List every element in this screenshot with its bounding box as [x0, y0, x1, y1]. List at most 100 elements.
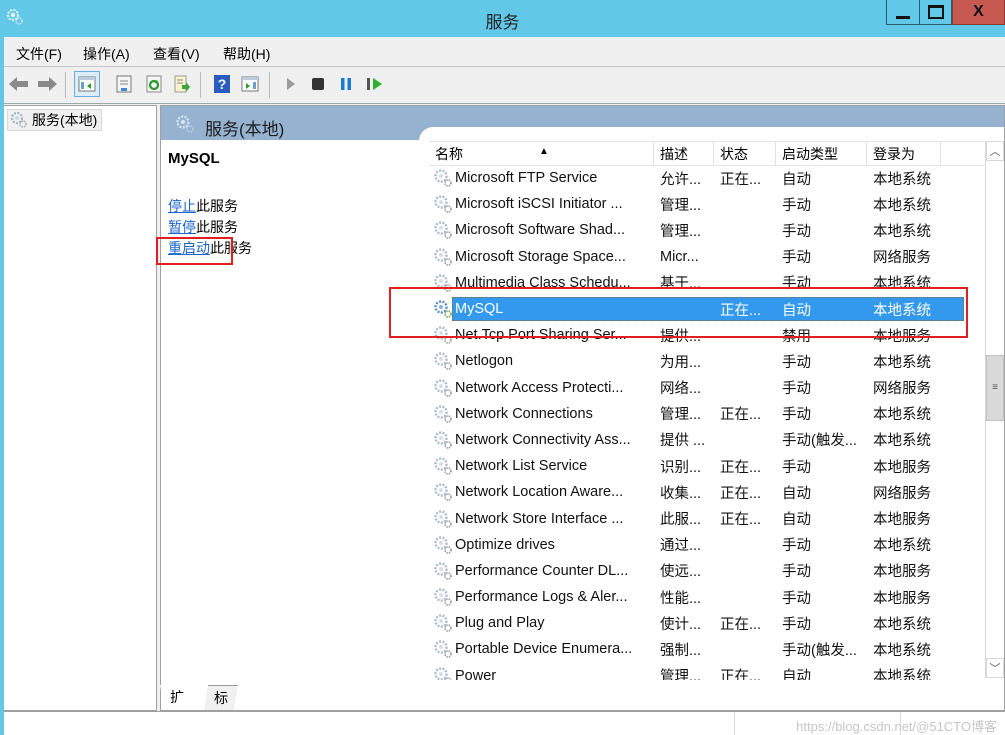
export-list-button[interactable]	[169, 71, 195, 97]
cell-description: 此服...	[660, 512, 702, 529]
cell-startup-type: 自动	[782, 669, 811, 680]
menu-action[interactable]: 操作(A)	[83, 44, 130, 64]
cell-description: 管理...	[660, 407, 702, 424]
cell-startup-type: 手动	[782, 538, 811, 555]
properties-button[interactable]	[111, 71, 137, 97]
cell-startup-type: 自动	[782, 302, 811, 319]
table-row[interactable]: Microsoft FTP Service 允许... 正在... 自动 本地系统	[429, 165, 984, 191]
cell-logon-as: 本地系统	[873, 223, 931, 240]
start-service-button[interactable]	[278, 71, 304, 97]
table-row[interactable]: Performance Counter DL... 使远... 手动 本地服务	[429, 558, 984, 584]
service-gear-icon	[434, 195, 452, 214]
pause-service-link[interactable]: 暂停	[168, 219, 196, 235]
cell-description: 识别...	[660, 459, 702, 476]
service-gear-icon	[434, 536, 452, 554]
export-list-icon	[174, 75, 190, 93]
resume-service-button[interactable]	[362, 71, 388, 97]
cell-name: Network Store Interface ...	[429, 509, 654, 529]
tab-standard[interactable]: 标准	[204, 685, 238, 710]
table-row[interactable]: Netlogon 为用... 手动 本地系统	[429, 348, 984, 374]
column-label: 启动类型	[782, 146, 838, 162]
cell-description: 性能...	[660, 590, 702, 607]
cell-logon-as: 网络服务	[873, 250, 931, 267]
cell-description: 提供 ...	[660, 433, 706, 450]
minimize-button[interactable]	[886, 0, 920, 25]
table-row[interactable]: Performance Logs & Aler... 性能... 手动 本地服务	[429, 584, 984, 610]
back-button[interactable]	[6, 71, 32, 97]
tab-extended[interactable]: 扩展	[160, 685, 194, 709]
menu-file[interactable]: 文件(F)	[16, 44, 62, 64]
service-gear-icon	[434, 378, 452, 397]
cell-name: Optimize drives	[429, 535, 654, 555]
watermark: https://blog.csdn.net/@51CTO博客	[796, 719, 997, 734]
stop-service-button[interactable]	[305, 71, 331, 97]
restart-service-link[interactable]: 重启动	[168, 240, 210, 256]
close-button[interactable]: X	[952, 0, 1005, 25]
service-gear-icon	[434, 509, 452, 528]
scroll-down-button[interactable]: ﹀	[986, 658, 1004, 678]
cell-startup-type: 手动	[782, 616, 811, 633]
table-row[interactable]: Net.Tcp Port Sharing Ser... 提供... 禁用 本地服务	[429, 322, 984, 348]
minimize-icon	[896, 15, 910, 19]
toolbar-separator	[200, 72, 201, 98]
scrollbar-thumb[interactable]: ≡	[986, 354, 1004, 421]
table-row[interactable]: Portable Device Enumera... 强制... 手动(触发... 本…	[429, 636, 984, 662]
show-hide-console-tree-button[interactable]	[74, 71, 100, 97]
maximize-button[interactable]	[919, 0, 952, 25]
table-row[interactable]: Network Connectivity Ass... 提供 ... 手动(触发..…	[429, 427, 984, 453]
cell-startup-type: 手动	[782, 354, 811, 371]
menu-help[interactable]: 帮助(H)	[223, 44, 270, 64]
resume-service-icon	[367, 78, 382, 90]
table-row[interactable]: Microsoft Storage Space... Micr... 手动 网络服务	[429, 244, 984, 270]
column-header-startup-type[interactable]: 启动类型	[776, 141, 867, 165]
cell-logon-as: 本地系统	[873, 407, 931, 424]
scroll-up-button[interactable]: ︿	[986, 141, 1004, 161]
column-header-description[interactable]: 描述	[654, 141, 714, 165]
menu-view[interactable]: 查看(V)	[153, 44, 200, 64]
cell-startup-type: 手动	[782, 590, 811, 607]
forward-button[interactable]	[34, 71, 60, 97]
table-row[interactable]: Network Store Interface ... 此服... 正在... 自动 本…	[429, 505, 984, 531]
cell-logon-as: 本地系统	[873, 538, 931, 555]
cell-description: Micr...	[660, 248, 699, 265]
maximize-icon	[927, 5, 944, 19]
table-row[interactable]: Network List Service 识别... 正在... 手动 本地服务	[429, 453, 984, 479]
cell-name: Portable Device Enumera...	[429, 639, 654, 659]
services-gear-icon	[10, 111, 27, 128]
list-header: 名称 ▲ 描述 状态 启动类型 登录为	[429, 141, 984, 166]
table-row[interactable]: Plug and Play 使计... 正在... 手动 本地系统	[429, 610, 984, 636]
service-name: Network Connections	[455, 405, 593, 422]
service-gear-icon	[434, 483, 452, 502]
cell-logon-as: 本地系统	[873, 616, 931, 633]
cell-description: 提供...	[660, 328, 702, 345]
show-hide-console-tree-icon	[78, 76, 96, 92]
toolbar-separator	[269, 72, 270, 98]
table-row[interactable]: Microsoft Software Shad... 管理... 手动 本地系统	[429, 217, 984, 243]
table-row[interactable]: Optimize drives 通过... 手动 本地系统	[429, 532, 984, 558]
table-row[interactable]: Network Access Protecti... 网络... 手动 网络服务	[429, 375, 984, 401]
tree-item-services-local[interactable]: 服务(本地)	[7, 109, 103, 131]
cell-logon-as: 本地系统	[873, 302, 931, 319]
cell-logon-as: 本地系统	[873, 354, 931, 371]
service-name: Performance Logs & Aler...	[455, 589, 628, 606]
show-action-pane-button[interactable]	[237, 71, 263, 97]
column-header-logon-as[interactable]: 登录为	[867, 141, 941, 165]
column-header-status[interactable]: 状态	[714, 141, 776, 165]
table-row[interactable]: Network Location Aware... 收集... 正在... 自动 网络服…	[429, 479, 984, 505]
help-button[interactable]: ?	[209, 71, 235, 97]
title-bar: 服务 X	[0, 0, 1005, 37]
table-row[interactable]: Network Connections 管理... 正在... 手动 本地系统	[429, 401, 984, 427]
table-row[interactable]: Multimedia Class Schedu... 基于... 手动 本地系统	[429, 270, 984, 296]
column-header-name[interactable]: 名称 ▲	[429, 141, 654, 165]
table-row-selected[interactable]: MySQL 正在... 自动 本地系统	[429, 296, 984, 322]
action-pause-service: 暂停此服务	[168, 217, 238, 237]
table-row[interactable]: Microsoft iSCSI Initiator ... 管理... 手动 本地系统	[429, 191, 984, 217]
vertical-scrollbar[interactable]: ︿ ≡ ﹀	[985, 141, 1004, 678]
stop-service-link[interactable]: 停止	[168, 198, 196, 214]
pause-service-button[interactable]	[333, 71, 359, 97]
refresh-button[interactable]	[141, 71, 167, 97]
cell-status: 正在...	[720, 302, 762, 319]
cell-description: 管理...	[660, 223, 702, 240]
cell-startup-type: 自动	[782, 485, 811, 502]
table-row[interactable]: Power 管理... 正在... 自动 本地系统	[429, 663, 984, 680]
